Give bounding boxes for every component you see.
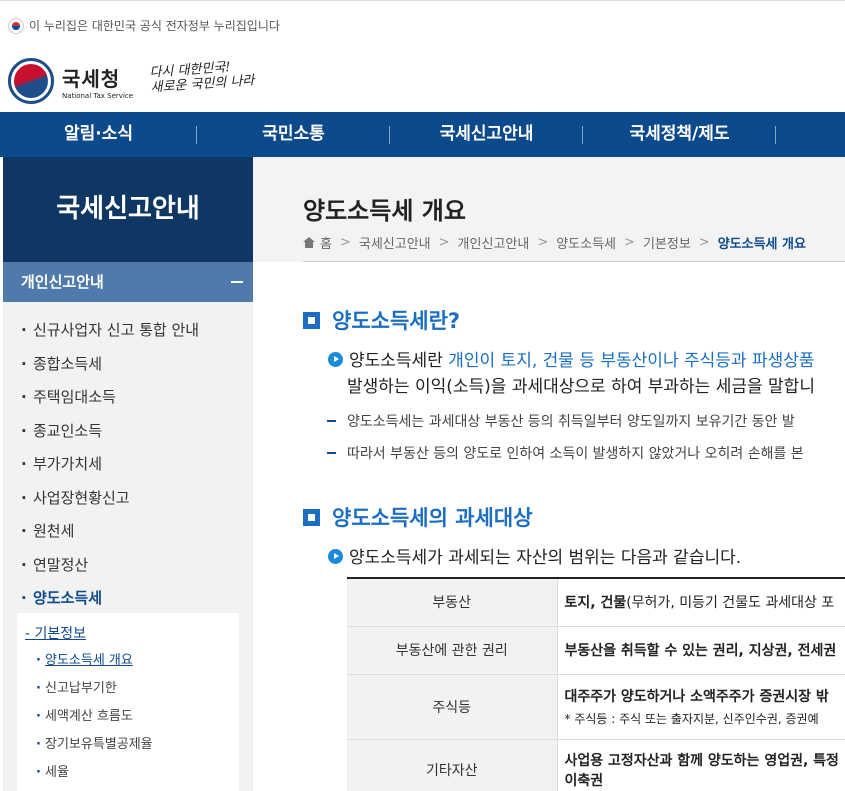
gov-banner: 이 누리집은 대한민국 공식 전자정부 누리집입니다 xyxy=(0,0,845,50)
main-nav: 알림·소식 국민소통 국세신고안내 국세정책/제도 정 xyxy=(0,112,845,157)
side-nav-section-header[interactable]: 개인신고안내 xyxy=(3,262,253,302)
breadcrumb-current: 양도소득세 개요 xyxy=(717,237,806,252)
taegukgi-flag-icon xyxy=(8,17,24,34)
breadcrumb-item[interactable]: 기본정보 xyxy=(643,233,691,252)
sidebar-item-income-tax[interactable]: 종합소득세 xyxy=(3,348,253,382)
circle-arrow-icon xyxy=(328,549,343,564)
bullet-item: 따라서 부동산 등의 양도로 인하여 소득이 발생하지 않았거나 오히려 손해를… xyxy=(327,443,804,463)
sidebar-item-rental-income[interactable]: 주택임대소득 xyxy=(3,381,253,415)
section-heading: 양도소득세의 과세대상 xyxy=(303,502,533,532)
breadcrumb-item[interactable]: 양도소득세 xyxy=(556,233,616,252)
nav-item-tax-policy[interactable]: 국세정책/제도 xyxy=(583,112,776,157)
nav-item-tax-filing[interactable]: 국세신고안내 xyxy=(390,112,583,157)
depth3-item-tax-rate[interactable]: 세율 xyxy=(17,759,239,787)
home-icon xyxy=(303,237,315,248)
side-nav-list: 신규사업자 신고 통합 안내 종합소득세 주택임대소득 종교인소득 부가가치세 … xyxy=(3,302,253,616)
depth3-item-overview[interactable]: 양도소득세 개요 xyxy=(17,647,239,675)
nav-item-notice[interactable]: 알림·소식 xyxy=(0,112,197,157)
main-content: 양도소득세 개요 홈 > 국세신고안내 > 개인신고안내 > 양도소득세 > 기… xyxy=(253,157,845,791)
sidebar-item-withholding[interactable]: 원천세 xyxy=(3,515,253,549)
depth3-item-deduction-rate[interactable]: 장기보유특별공제율 xyxy=(17,731,239,759)
table-row: 부동산에 관한 권리 부동산을 취득할 수 있는 권리, 지상권, 전세권 xyxy=(347,626,845,675)
breadcrumb: 홈 > 국세신고안내 > 개인신고안내 > 양도소득세 > 기본정보 > 양도소… xyxy=(303,233,806,252)
table-row: 주식등 대주주가 양도하거나 소액주주가 증권시장 밖 * 주식등 : 주식 또는… xyxy=(347,674,845,740)
row-value: 부동산을 취득할 수 있는 권리, 지상권, 전세권 xyxy=(557,626,845,675)
circle-arrow-icon xyxy=(328,352,343,367)
sidebar-item-religious-income[interactable]: 종교인소득 xyxy=(3,415,253,449)
taxable-assets-table: 부동산 토지, 건물(무허가, 미등기 건물도 과세대상 포 부동산에 관한 권… xyxy=(347,577,845,791)
row-header: 부동산 xyxy=(347,578,558,627)
chevron-right-icon: > xyxy=(624,235,635,250)
row-header: 부동산에 관한 권리 xyxy=(347,626,558,675)
gov-banner-text: 이 누리집은 대한민국 공식 전자정부 누리집입니다 xyxy=(29,19,280,33)
row-value: 대주주가 양도하거나 소액주주가 증권시장 밖 * 주식등 : 주식 또는 출자지… xyxy=(557,674,845,740)
logo-title-kr: 국세청 xyxy=(62,66,121,91)
definition-paragraph: 양도소득세란 개인이 토지, 건물 등 부동산이나 주식등과 파생상품 발생하는… xyxy=(328,348,815,400)
nts-logo[interactable]: 국세청 National Tax Service xyxy=(8,58,133,104)
square-bullet-icon xyxy=(303,508,320,526)
row-header: 기타자산 xyxy=(347,739,558,791)
table-row: 부동산 토지, 건물(무허가, 미등기 건물도 과세대상 포 xyxy=(347,578,845,627)
row-header: 주식등 xyxy=(347,674,558,740)
collapse-icon xyxy=(231,281,243,283)
chevron-right-icon: > xyxy=(438,235,450,250)
section-heading: 양도소득세란? xyxy=(303,305,460,335)
side-nav-title: 국세신고안내 xyxy=(3,157,253,262)
table-row: 기타자산 사업용 고정자산과 함께 양도하는 영업권, 특정 이축권 xyxy=(347,739,845,791)
site-header: 국세청 National Tax Service 다시 대한민국! 새로운 국민… xyxy=(0,50,845,112)
bullet-item: 양도소득세는 과세대상 부동산 등의 취득일부터 양도일까지 보유기간 동안 발 xyxy=(327,411,795,431)
breadcrumb-item[interactable]: 개인신고안내 xyxy=(458,233,530,252)
content-header: 양도소득세 개요 홈 > 국세신고안내 > 개인신고안내 > 양도소득세 > 기… xyxy=(253,157,845,262)
page-title: 양도소득세 개요 xyxy=(303,197,466,225)
sidebar-item-business-report[interactable]: 사업장현황신고 xyxy=(3,482,253,516)
sidebar-item-new-business[interactable]: 신규사업자 신고 통합 안내 xyxy=(3,314,253,348)
nav-item-communication[interactable]: 국민소통 xyxy=(197,112,390,157)
square-bullet-icon xyxy=(303,311,320,329)
breadcrumb-item[interactable]: 국세신고안내 xyxy=(359,233,431,252)
side-nav: 국세신고안내 개인신고안내 신규사업자 신고 통합 안내 종합소득세 주택임대소… xyxy=(3,157,253,791)
breadcrumb-home[interactable]: 홈 xyxy=(320,233,332,252)
nts-emblem-icon xyxy=(8,58,54,104)
slogan: 다시 대한민국! 새로운 국민의 나라 xyxy=(149,60,255,96)
scope-paragraph: 양도소득세가 과세되는 자산의 범위는 다음과 같습니다. xyxy=(328,545,741,571)
row-value: 사업용 고정자산과 함께 양도하는 영업권, 특정 이축권 xyxy=(557,739,845,791)
depth3-item-flowchart[interactable]: 세액계산 흐름도 xyxy=(17,703,239,731)
sidebar-item-year-end[interactable]: 연말정산 xyxy=(3,549,253,583)
side-nav-depth3: 기본정보 양도소득세 개요 신고납부기한 세액계산 흐름도 장기보유특별공제율 … xyxy=(17,613,239,791)
chevron-right-icon: > xyxy=(698,235,710,250)
depth3-item-deadline[interactable]: 신고납부기한 xyxy=(17,675,239,703)
sidebar-item-capital-gains[interactable]: 양도소득세 xyxy=(3,582,253,616)
logo-title-en: National Tax Service xyxy=(62,91,134,100)
divider xyxy=(303,261,845,262)
chevron-right-icon: > xyxy=(537,235,549,250)
nav-item-truncated[interactable]: 정 xyxy=(776,112,845,157)
sidebar-item-vat[interactable]: 부가가치세 xyxy=(3,448,253,482)
row-value: 토지, 건물(무허가, 미등기 건물도 과세대상 포 xyxy=(557,578,845,627)
depth3-title[interactable]: 기본정보 xyxy=(17,621,239,647)
chevron-right-icon: > xyxy=(339,235,351,250)
